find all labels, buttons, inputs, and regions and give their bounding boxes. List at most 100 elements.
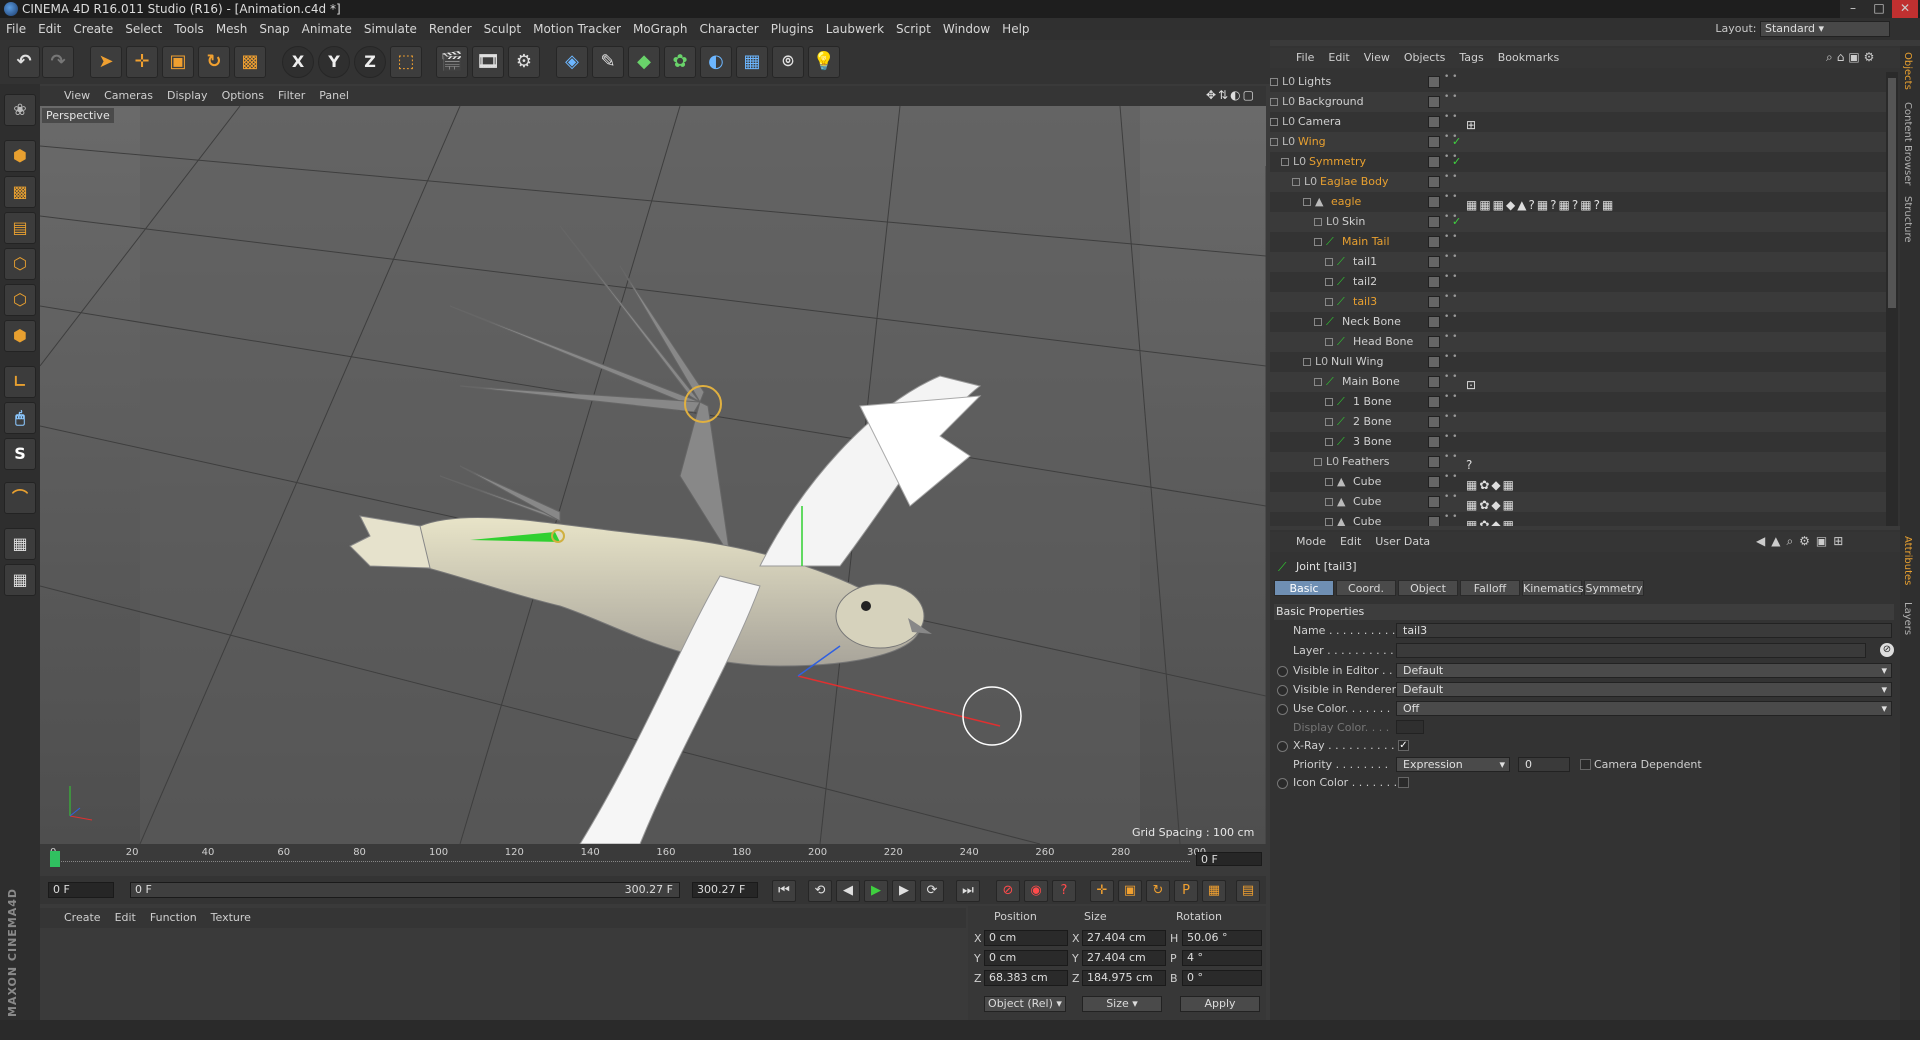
priority-number-field[interactable]: 0 [1518,757,1570,772]
rotation-h-field[interactable]: 50.06 ° [1182,930,1262,946]
layer-swatch-icon[interactable] [1428,76,1440,88]
maximize-button[interactable]: □ [1866,0,1892,18]
position-y-field[interactable]: 0 cm [984,950,1068,966]
expand-toggle-icon[interactable] [1314,218,1322,226]
menu-tools[interactable]: Tools [168,18,210,40]
camera-dependent-checkbox[interactable] [1580,759,1591,770]
expand-toggle-icon[interactable] [1270,98,1278,106]
layer-swatch-icon[interactable] [1428,256,1440,268]
workplane-icon[interactable]: ▤ [4,212,36,244]
live-selection-icon[interactable]: ➤ [90,46,122,78]
object-row[interactable]: L0 Symmetry • • ✓ [1270,152,1886,172]
menu-window[interactable]: Window [937,18,996,40]
object-name[interactable]: Feathers [1342,452,1390,472]
previous-key-icon[interactable]: ⟲ [808,880,832,902]
enabled-check-icon[interactable]: ✓ [1452,152,1461,172]
layer-swatch-icon[interactable] [1428,456,1440,468]
material-menu-texture[interactable]: Texture [211,911,251,924]
object-name[interactable]: 2 Bone [1353,412,1392,432]
layer-swatch-icon[interactable] [1428,496,1440,508]
layer-swatch-icon[interactable] [1428,116,1440,128]
edit-render-settings-icon[interactable]: ⚙ [508,46,540,78]
object-row[interactable]: L0 Feathers • •? [1270,452,1886,472]
menu-script[interactable]: Script [890,18,937,40]
expand-toggle-icon[interactable] [1292,178,1300,186]
recent-tools-icon[interactable]: ▩ [234,46,266,78]
expand-toggle-icon[interactable] [1281,158,1289,166]
timeline-window-icon[interactable]: ▤ [1236,880,1260,902]
key-pla-icon[interactable]: ▦ [1202,880,1226,902]
render-picture-viewer-icon[interactable]: 🎞 [472,46,504,78]
visibility-dots-icon[interactable]: • • [1444,452,1457,462]
position-z-field[interactable]: 68.383 cm [984,970,1068,986]
attribute-menu-mode[interactable]: Mode [1296,535,1326,548]
object-name[interactable]: eagle [1331,192,1361,212]
expand-toggle-icon[interactable] [1325,518,1333,526]
menu-plugins[interactable]: Plugins [765,18,820,40]
menu-laubwerk[interactable]: Laubwerk [820,18,890,40]
layer-swatch-icon[interactable] [1428,336,1440,348]
visibility-dots-icon[interactable]: • • [1444,352,1457,362]
visibility-dots-icon[interactable]: • • [1444,372,1457,382]
layer-swatch-icon[interactable] [1428,296,1440,308]
menu-character[interactable]: Character [693,18,764,40]
size-mode-select[interactable]: Size ▾ [1082,996,1162,1012]
object-name[interactable]: tail2 [1353,272,1377,292]
object-row[interactable]: ▲ Cube • • ▦✿◆▦ [1270,512,1886,526]
layer-picker-icon[interactable]: ⊘ [1880,643,1894,657]
size-z-field[interactable]: 184.975 cm [1082,970,1166,986]
object-row[interactable]: ⟋ Main Bone • • ⊡ [1270,372,1886,392]
object-name[interactable]: Main Bone [1342,372,1400,392]
3d-viewport[interactable] [40,106,1266,844]
autokey-icon[interactable]: ◉ [1024,880,1048,902]
rotate-icon[interactable]: ↻ [198,46,230,78]
preview-range-slider[interactable]: 0 F 300.27 F [130,882,680,898]
visibility-dots-icon[interactable]: • • [1444,492,1457,502]
layer-swatch-icon[interactable] [1428,396,1440,408]
layer-swatch-icon[interactable] [1428,236,1440,248]
use-color-radio-icon[interactable] [1277,704,1288,715]
array-icon[interactable]: ✿ [664,46,696,78]
expand-toggle-icon[interactable] [1314,378,1322,386]
object-name[interactable]: Symmetry [1309,152,1366,172]
enabled-check-icon[interactable]: ✓ [1452,132,1461,152]
menu-mesh[interactable]: Mesh [210,18,254,40]
object-name[interactable]: Eaglae Body [1320,172,1389,192]
viewport-menu-display[interactable]: Display [167,89,208,102]
viewport-menu-panel[interactable]: Panel [319,89,349,102]
floor-icon[interactable]: ▦ [736,46,768,78]
object-row[interactable]: L0 Skin • • ✓ [1270,212,1886,232]
coordinate-mode-select[interactable]: Object (Rel) ▾ [984,996,1066,1012]
menu-motion-tracker[interactable]: Motion Tracker [527,18,627,40]
object-name[interactable]: Skin [1342,212,1365,232]
visible-renderer-select[interactable]: Default ▾ [1396,682,1892,697]
viewport-menu-filter[interactable]: Filter [278,89,305,102]
object-row[interactable]: ⟋ 2 Bone • • [1270,412,1886,432]
object-menu-view[interactable]: View [1364,51,1390,64]
menu-sculpt[interactable]: Sculpt [478,18,527,40]
layer-swatch-icon[interactable] [1428,436,1440,448]
axis-mode-icon[interactable]: ∟ [4,366,36,398]
material-menu-edit[interactable]: Edit [115,911,136,924]
icon-color-checkbox[interactable] [1398,777,1409,788]
material-menu-function[interactable]: Function [150,911,197,924]
light-icon[interactable]: 💡 [808,46,840,78]
layer-swatch-icon[interactable] [1428,376,1440,388]
layer-swatch-icon[interactable] [1428,356,1440,368]
layer-swatch-icon[interactable] [1428,216,1440,228]
object-row[interactable]: ⟋ tail3 • • [1270,292,1886,312]
visibility-dots-icon[interactable]: • • [1444,512,1457,522]
z-axis-icon[interactable]: Z [354,46,386,78]
attribute-menu-edit[interactable]: Edit [1340,535,1361,548]
side-tab-layers[interactable]: Layers [1902,602,1913,635]
tweak-mode-icon[interactable]: 🖱 [4,402,36,434]
expand-toggle-icon[interactable] [1325,478,1333,486]
key-scale-icon[interactable]: ▣ [1118,880,1142,902]
visibility-dots-icon[interactable]: • • [1444,412,1457,422]
points-mode-icon[interactable]: ⬡ [4,248,36,280]
lock-workplane-icon[interactable]: ▦ [4,528,36,560]
play-icon[interactable]: ▶ [864,880,888,902]
timeline-playhead[interactable] [50,851,60,867]
object-name[interactable]: Neck Bone [1342,312,1401,332]
visibility-dots-icon[interactable]: • • [1444,472,1457,482]
